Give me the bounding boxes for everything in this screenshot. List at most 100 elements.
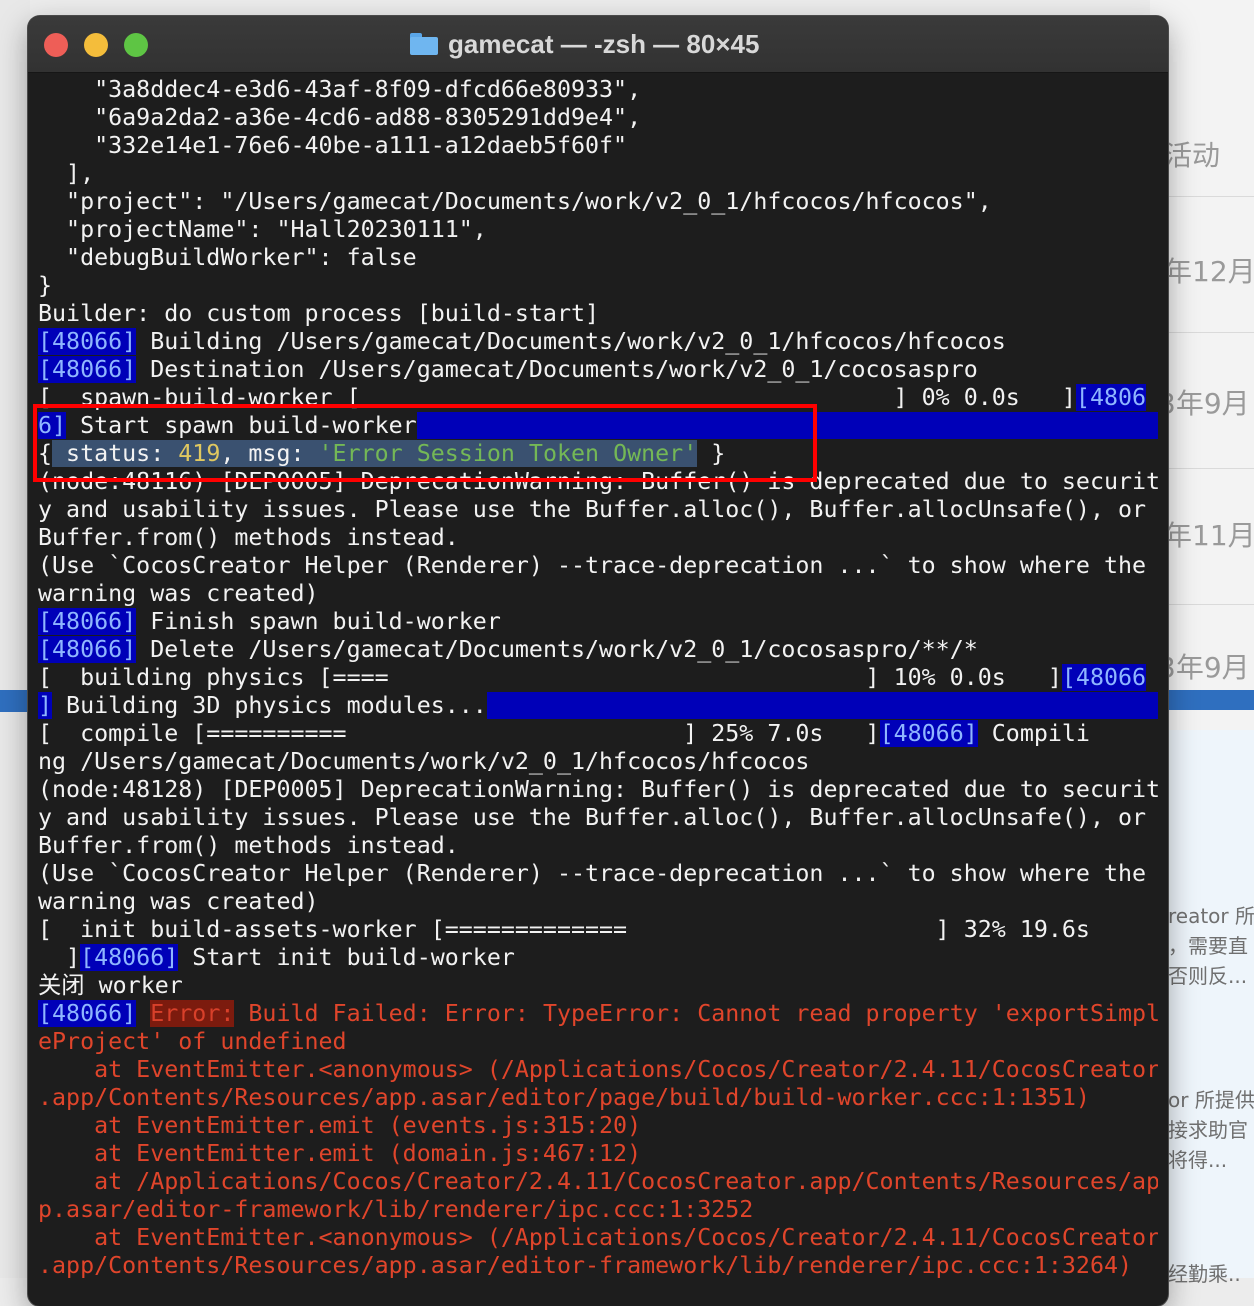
terminal-line: "332e14e1-76e6-40be-a111-a12daeb5f60f"	[38, 132, 1158, 160]
terminal-line: "projectName": "Hall20230111",	[38, 216, 1158, 244]
terminal-line: .app/Contents/Resources/app.asar/editor/…	[38, 1084, 1158, 1112]
terminal-text: [48066]	[80, 944, 179, 971]
zoom-button[interactable]	[124, 33, 148, 57]
terminal-text: [4806	[1075, 384, 1147, 411]
bg-label: 年11月	[1164, 519, 1254, 552]
bg-snippet: 经勤乘..	[1168, 1262, 1241, 1286]
terminal-text: "3a8ddec4-e3d6-43af-8f09-dfcd66e80933",	[38, 76, 642, 103]
terminal-line: at /Applications/Cocos/Creator/2.4.11/Co…	[38, 1168, 1158, 1196]
terminal-text: (node:48128) [DEP0005] DeprecationWarnin…	[38, 776, 1158, 803]
terminal-line: at EventEmitter.emit (events.js:315:20)	[38, 1112, 1158, 1140]
bg-label: 年12月	[1164, 255, 1254, 288]
terminal-text: 关闭 worker	[38, 972, 183, 999]
terminal-text: [48066]	[38, 608, 137, 635]
terminal-output[interactable]: "3a8ddec4-e3d6-43af-8f09-dfcd66e80933", …	[38, 76, 1158, 1280]
terminal-text: Builder: do custom process [build-start]	[38, 300, 600, 327]
terminal-line: 关闭 worker	[38, 972, 1158, 1000]
terminal-text: Start init build-worker	[178, 944, 515, 971]
terminal-line: [48066] Building /Users/gamecat/Document…	[38, 328, 1158, 356]
terminal-line: .app/Contents/Resources/app.asar/editor-…	[38, 1252, 1158, 1280]
terminal-line: (Use `CocosCreator Helper (Renderer) --t…	[38, 860, 1158, 888]
terminal-line: [48066] Error: Build Failed: Error: Type…	[38, 1000, 1158, 1028]
terminal-line: at EventEmitter.<anonymous> (/Applicatio…	[38, 1056, 1158, 1084]
window-title-group: gamecat — -zsh — 80×45	[410, 28, 759, 60]
terminal-text: eProject' of undefined	[38, 1028, 347, 1055]
terminal-text: at EventEmitter.emit (domain.js:467:12)	[38, 1140, 642, 1167]
bg-snippet: 将得...	[1168, 1148, 1228, 1172]
terminal-text: [48066]	[38, 1000, 137, 1027]
terminal-text: "project": "/Users/gamecat/Documents/wor…	[38, 188, 992, 215]
terminal-text: at EventEmitter.emit (events.js:315:20)	[38, 1112, 642, 1139]
terminal-line: [48066] Delete /Users/gamecat/Documents/…	[38, 636, 1158, 664]
terminal-text: ]	[38, 944, 81, 971]
terminal-text: [48066]	[38, 328, 137, 355]
terminal-text: Buffer.from() methods instead.	[38, 524, 459, 551]
terminal-text: "debugBuildWorker": false	[38, 244, 417, 271]
terminal-line: "3a8ddec4-e3d6-43af-8f09-dfcd66e80933",	[38, 76, 1158, 104]
terminal-line: [ compile [========== ] 25% 7.0s ][48066…	[38, 720, 1158, 748]
terminal-text: .app/Contents/Resources/app.asar/editor/…	[38, 1084, 1090, 1111]
terminal-text: Compili	[977, 720, 1090, 747]
terminal-line: (Use `CocosCreator Helper (Renderer) --t…	[38, 552, 1158, 580]
terminal-line: (node:48128) [DEP0005] DeprecationWarnin…	[38, 776, 1158, 804]
terminal-line: p.asar/editor-framework/lib/renderer/ipc…	[38, 1196, 1158, 1224]
minimize-button[interactable]	[84, 33, 108, 57]
terminal-line: eProject' of undefined	[38, 1028, 1158, 1056]
terminal-line: [48066] Finish spawn build-worker	[38, 608, 1158, 636]
terminal-line: [ building physics [==== ] 10% 0.0s ][48…	[38, 664, 1158, 692]
terminal-text: "6a9a2da2-a36e-4cd6-ad88-8305291dd9e4",	[38, 104, 642, 131]
terminal-window[interactable]: gamecat — -zsh — 80×45 "3a8ddec4-e3d6-43…	[28, 16, 1168, 1306]
terminal-text: Build Failed: Error: TypeError: Cannot r…	[234, 1000, 1158, 1027]
terminal-text: Buffer.from() methods instead.	[38, 832, 459, 859]
terminal-text: Destination /Users/gamecat/Documents/wor…	[136, 356, 978, 383]
terminal-text: [ building physics [==== ] 10% 0.0s ]	[38, 664, 1062, 691]
terminal-line: at EventEmitter.emit (domain.js:467:12)	[38, 1140, 1158, 1168]
terminal-line: y and usability issues. Please use the B…	[38, 496, 1158, 524]
terminal-text: [48066	[1061, 664, 1147, 691]
bg-label: 活动	[1164, 139, 1221, 172]
terminal-text: warning was created)	[38, 888, 319, 915]
terminal-text: at EventEmitter.<anonymous> (/Applicatio…	[38, 1224, 1158, 1251]
terminal-text: p.asar/editor-framework/lib/renderer/ipc…	[38, 1196, 754, 1223]
terminal-line: Builder: do custom process [build-start]	[38, 300, 1158, 328]
terminal-text: warning was created)	[38, 580, 319, 607]
terminal-line: ],	[38, 160, 1158, 188]
terminal-text: (Use `CocosCreator Helper (Renderer) --t…	[38, 860, 1147, 887]
bg-label: 3年9月	[1158, 387, 1250, 420]
terminal-text: ]	[38, 692, 53, 719]
bg-snippet: 否则反...	[1168, 964, 1248, 988]
terminal-line: Buffer.from() methods instead.	[38, 524, 1158, 552]
terminal-text: [48066]	[38, 356, 137, 383]
bg-snippet: ，需要直	[1168, 934, 1248, 958]
terminal-text: Finish spawn build-worker	[136, 608, 501, 635]
terminal-text: Building 3D physics modules...	[52, 692, 487, 719]
terminal-line: Buffer.from() methods instead.	[38, 832, 1158, 860]
close-button[interactable]	[44, 33, 68, 57]
terminal-text: y and usability issues. Please use the B…	[38, 496, 1147, 523]
terminal-line: warning was created)	[38, 580, 1158, 608]
terminal-line: "6a9a2da2-a36e-4cd6-ad88-8305291dd9e4",	[38, 104, 1158, 132]
terminal-text	[486, 692, 1158, 719]
terminal-text: }	[38, 272, 53, 299]
terminal-text: [ compile [========== ] 25% 7.0s ]	[38, 720, 880, 747]
terminal-text: y and usability issues. Please use the B…	[38, 804, 1147, 831]
background-left-band	[0, 690, 30, 712]
terminal-text: .app/Contents/Resources/app.asar/editor-…	[38, 1252, 1133, 1279]
terminal-text: (Use `CocosCreator Helper (Renderer) --t…	[38, 552, 1147, 579]
terminal-line: "project": "/Users/gamecat/Documents/wor…	[38, 188, 1158, 216]
background-left-strip	[0, 0, 30, 1278]
terminal-line: [ init build-assets-worker [============…	[38, 916, 1158, 944]
window-title: gamecat — -zsh — 80×45	[448, 28, 760, 59]
terminal-text: [48066]	[38, 636, 137, 663]
terminal-line: }	[38, 272, 1158, 300]
terminal-text: [48066]	[879, 720, 978, 747]
bg-label: 3年9月	[1158, 651, 1250, 684]
terminal-line: at EventEmitter.<anonymous> (/Applicatio…	[38, 1224, 1158, 1252]
terminal-text: at /Applications/Cocos/Creator/2.4.11/Co…	[38, 1168, 1158, 1195]
terminal-text: at EventEmitter.<anonymous> (/Applicatio…	[38, 1056, 1158, 1083]
terminal-line: warning was created)	[38, 888, 1158, 916]
folder-icon	[410, 33, 438, 55]
terminal-text: ng /Users/gamecat/Documents/work/v2_0_1/…	[38, 748, 810, 775]
window-titlebar[interactable]: gamecat — -zsh — 80×45	[28, 16, 1168, 73]
